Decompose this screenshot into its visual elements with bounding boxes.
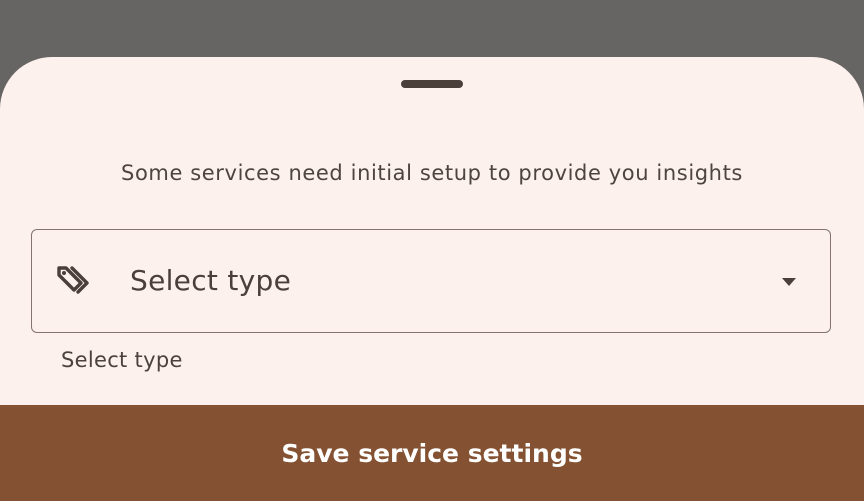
save-service-settings-button[interactable]: Save service settings [0,405,864,501]
tag-icon [57,266,89,294]
chevron-down-icon[interactable] [781,277,797,287]
sheet-subtitle: Some services need initial setup to prov… [121,161,743,185]
drag-handle[interactable] [401,80,463,88]
bottom-sheet: Some services need initial setup to prov… [0,57,864,501]
select-helper-text: Select type [61,348,183,372]
select-value: Select type [130,264,292,297]
type-select-field[interactable]: Select type [31,229,831,333]
